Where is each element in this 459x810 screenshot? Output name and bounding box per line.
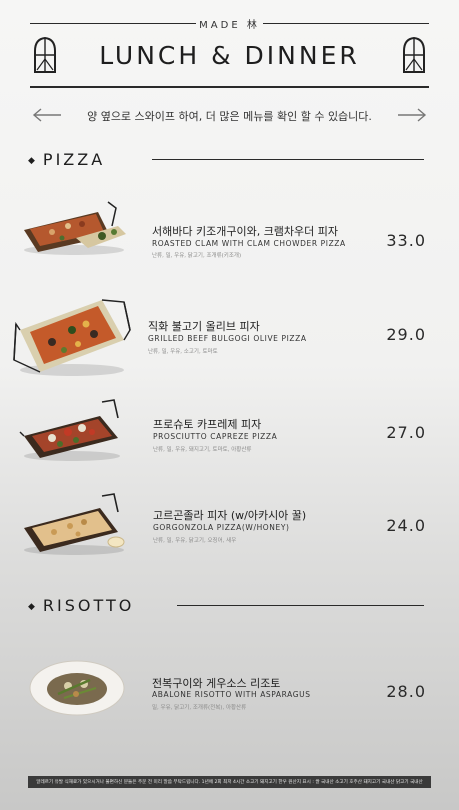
menu-item-name-en: ROASTED CLAM WITH CLAM CHOWDER PIZZA: [152, 239, 346, 248]
menu-item-name-en: GRILLED BEEF BULGOGI OLIVE PIZZA: [148, 334, 307, 343]
menu-item-price: 27.0: [386, 423, 426, 442]
food-image: [19, 399, 120, 461]
menu-item-name-ko: 고르곤졸라 피자 (w/아카시아 꿀): [153, 509, 307, 522]
footer-notice: 알레르기 유발 식재료가 있으시거나 불편하신 분들은 주문 전 미리 말씀 부…: [28, 776, 431, 788]
header-rule-bottom: [30, 86, 429, 88]
menu-item-allergens: 밀, 우유, 닭고기, 조개류(전복), 아황산류: [152, 705, 247, 711]
header-rule-right: [263, 23, 429, 24]
menu-item-price: 28.0: [386, 682, 426, 701]
menu-item-price: 24.0: [386, 516, 426, 535]
section-heading-pizza: ◆ PIZZA: [28, 150, 105, 169]
menu-item-allergens: 난류, 밀, 우유, 소고기, 토마토: [148, 349, 218, 355]
swipe-hint: 양 옆으로 스와이프 하여, 더 많은 메뉴를 확인 할 수 있습니다.: [87, 110, 372, 123]
food-image: [13, 299, 131, 376]
page-title: LUNCH & DINNER: [99, 41, 360, 70]
menu-item-name-ko: 서해바다 키조개구이와, 크램차우더 피자: [152, 225, 339, 238]
diamond-bullet-icon: ◆: [28, 155, 35, 166]
section-rule: [152, 159, 424, 160]
menu-item-price: 33.0: [386, 231, 426, 250]
left-arrow-icon[interactable]: [32, 107, 62, 123]
section-rule: [177, 605, 424, 606]
menu-item-name-ko: 직화 불고기 올리브 피자: [148, 320, 260, 333]
menu-item-allergens: 난류, 밀, 우유, 닭고기, 조개류(키조개): [152, 253, 242, 259]
menu-item-allergens: 난류, 밀, 우유, 닭고기, 오징어, 새우: [153, 538, 237, 544]
food-image: [24, 201, 126, 255]
section-title: PIZZA: [42, 150, 106, 169]
menu-item-allergens: 난류, 밀, 우유, 돼지고기, 토마토, 아황산류: [153, 447, 252, 453]
section-title: RISOTTO: [42, 596, 135, 615]
menu-item-name-ko: 프로슈토 카프레제 피자: [153, 418, 262, 431]
menu-item-name-en: GORGONZOLA PIZZA(W/HONEY): [153, 523, 290, 532]
food-image: [24, 493, 125, 555]
section-heading-risotto: ◆ RISOTTO: [28, 596, 134, 615]
menu-item-name-ko: 전복구이와 게우소스 리조토: [152, 677, 281, 690]
food-image: [29, 660, 125, 716]
menu-item-name-en: ABALONE RISOTTO WITH ASPARAGUS: [152, 690, 311, 699]
menu-item-name-en: PROSCIUTTO CAPREZE PIZZA: [153, 432, 278, 441]
arched-window-icon: [403, 37, 425, 73]
menu-item-price: 29.0: [386, 325, 426, 344]
right-arrow-icon[interactable]: [397, 107, 427, 123]
diamond-bullet-icon: ◆: [28, 601, 35, 612]
